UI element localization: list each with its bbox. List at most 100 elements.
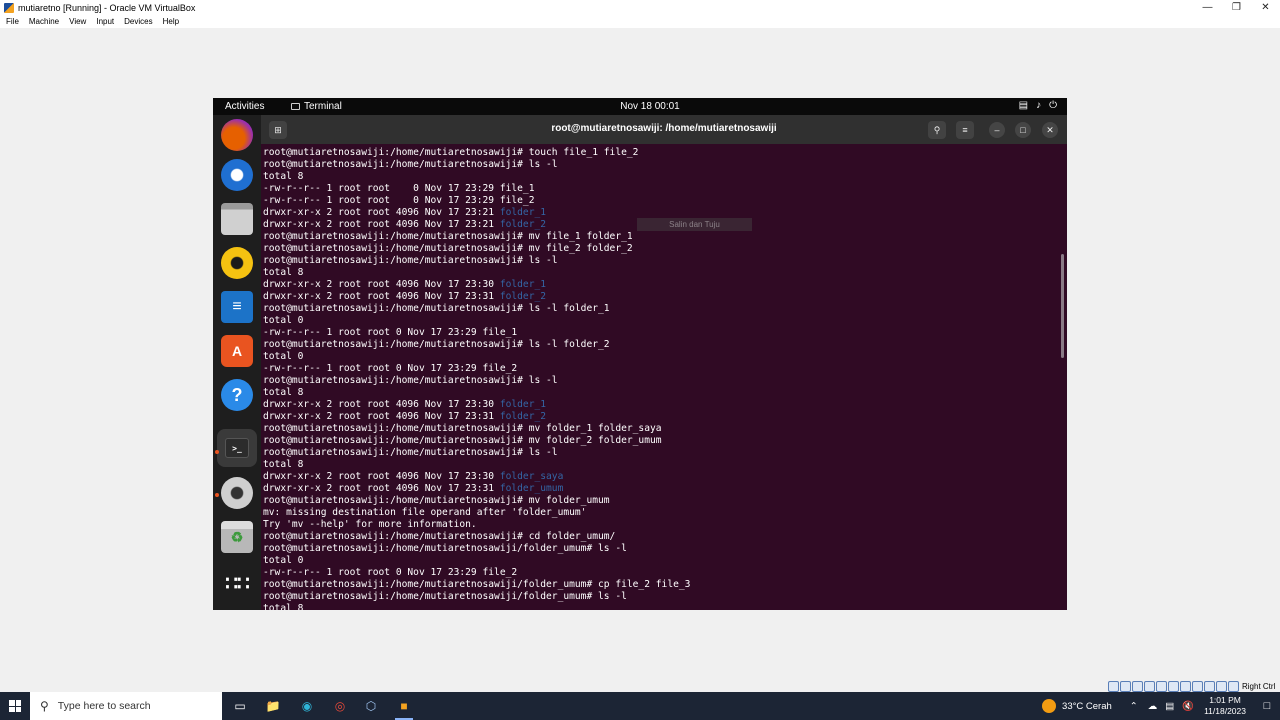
software-icon[interactable]: A — [221, 335, 253, 367]
gnome-top-bar: Activities Terminal Nov 18 00:01 ▤ ♪ ⏻ — [213, 98, 1067, 115]
shared-folders-icon[interactable] — [1168, 681, 1179, 692]
taskbar-clock[interactable]: 1:01 PM 11/18/2023 — [1204, 695, 1246, 717]
audio-icon[interactable] — [1132, 681, 1143, 692]
writer-icon[interactable]: ≡ — [221, 291, 253, 323]
terminal-title: root@mutiaretnosawiji: /home/mutiaretnos… — [551, 123, 777, 134]
terminal-line: root@mutiaretnosawiji:/home/mutiaretnosa… — [263, 531, 690, 543]
gnome-clock[interactable]: Nov 18 00:01 — [213, 101, 1067, 112]
firefox-icon[interactable] — [221, 119, 253, 151]
terminal-line-text: root@mutiaretnosawiji:/home/mutiaretnosa… — [263, 423, 662, 434]
terminal-line: total 8 — [263, 459, 690, 471]
display-icon[interactable] — [1180, 681, 1191, 692]
running-indicator — [215, 450, 219, 454]
terminal-line: -rw-r--r-- 1 root root 0 Nov 17 23:29 fi… — [263, 195, 690, 207]
help-icon[interactable]: ? — [221, 379, 253, 411]
app-grid-icon[interactable]: ∷∷ — [221, 567, 253, 599]
terminal-line-text: mv: missing destination file operand aft… — [263, 507, 587, 518]
terminal-line: root@mutiaretnosawiji:/home/mutiaretnosa… — [263, 147, 690, 159]
system-tray[interactable]: ▤ ♪ ⏻ — [1019, 100, 1057, 111]
volume-icon[interactable]: ♪ — [1036, 100, 1041, 111]
directory-name: folder_saya — [499, 471, 564, 482]
edge-icon[interactable]: ◉ — [294, 696, 320, 716]
hard-disk-icon[interactable] — [1108, 681, 1119, 692]
chrome-icon[interactable]: ◎ — [327, 696, 353, 716]
weather-widget[interactable]: 33°C Cerah — [1042, 699, 1112, 713]
running-indicator — [215, 493, 219, 497]
usb-icon[interactable] — [1156, 681, 1167, 692]
network-icon[interactable] — [1144, 681, 1155, 692]
terminal-line: mv: missing destination file operand aft… — [263, 507, 690, 519]
terminal-line: -rw-r--r-- 1 root root 0 Nov 17 23:29 fi… — [263, 327, 690, 339]
terminal-lines: root@mutiaretnosawiji:/home/mutiaretnosa… — [263, 147, 690, 610]
terminal-line-text: total 8 — [263, 171, 304, 182]
show-hidden-icons-icon[interactable]: ⌃ — [1130, 701, 1138, 712]
hamburger-menu-button[interactable]: ≡ — [956, 121, 974, 139]
menu-file[interactable]: File — [6, 17, 19, 26]
vm-window-taskbar-icon[interactable]: ■ — [391, 696, 417, 720]
ubuntu-dock: ≡ A ? >_ ♻ ∷∷ — [213, 115, 261, 610]
terminal-line: total 8 — [263, 171, 690, 183]
terminal-line: drwxr-xr-x 2 root root 4096 Nov 17 23:30… — [263, 471, 690, 483]
trash-icon[interactable]: ♻ — [221, 521, 253, 553]
search-highlight-icon[interactable]: 🏎 — [170, 696, 218, 716]
weather-sun-icon — [1042, 699, 1057, 713]
thunderbird-icon[interactable] — [221, 159, 253, 191]
mouse-integration-icon[interactable] — [1216, 681, 1227, 692]
menu-input[interactable]: Input — [96, 17, 114, 26]
volume-tray-icon[interactable]: 🔇 — [1182, 701, 1194, 712]
terminal-line-text: -rw-r--r-- 1 root root 0 Nov 17 23:29 fi… — [263, 363, 518, 374]
terminal-dock-item[interactable]: >_ — [217, 429, 257, 467]
taskbar-time: 1:01 PM — [1209, 695, 1241, 705]
optical-drive-icon[interactable] — [1120, 681, 1131, 692]
terminal-line-text: root@mutiaretnosawiji:/home/mutiaretnosa… — [263, 231, 633, 242]
menu-devices[interactable]: Devices — [124, 17, 152, 26]
terminal-line: root@mutiaretnosawiji:/home/mutiaretnosa… — [263, 339, 690, 351]
terminal-line: total 8 — [263, 603, 690, 610]
close-button[interactable]: ✕ — [1251, 0, 1280, 15]
settings-icon[interactable] — [221, 477, 253, 509]
directory-name: folder_1 — [499, 207, 547, 218]
onedrive-icon[interactable]: ☁ — [1148, 701, 1158, 712]
minimize-button[interactable]: – — [989, 122, 1005, 138]
keyboard-icon[interactable] — [1228, 681, 1239, 692]
terminal-line: drwxr-xr-x 2 root root 4096 Nov 17 23:21… — [263, 219, 690, 231]
network-icon[interactable]: ▤ — [1019, 100, 1028, 111]
notification-icon[interactable]: □ — [1254, 700, 1280, 712]
taskbar-tray: 33°C Cerah ⌃ ☁ ▤ 🔇 1:01 PM 11/18/2023 □ — [1042, 692, 1280, 720]
terminal-line: -rw-r--r-- 1 root root 0 Nov 17 23:29 fi… — [263, 363, 690, 375]
power-icon[interactable]: ⏻ — [1049, 100, 1057, 111]
terminal-line-text: root@mutiaretnosawiji:/home/mutiaretnosa… — [263, 495, 610, 506]
terminal-line: root@mutiaretnosawiji:/home/mutiaretnosa… — [263, 159, 690, 171]
terminal-line-text: drwxr-xr-x 2 root root 4096 Nov 17 23:31 — [263, 291, 500, 302]
start-button[interactable] — [0, 692, 30, 720]
close-button[interactable]: ✕ — [1042, 122, 1058, 138]
terminal-line-text: drwxr-xr-x 2 root root 4096 Nov 17 23:31 — [263, 483, 500, 494]
terminal-line-text: total 0 — [263, 351, 304, 362]
restore-button[interactable]: ❐ — [1222, 0, 1251, 15]
recording-icon[interactable] — [1192, 681, 1203, 692]
terminal-line: root@mutiaretnosawiji:/home/mutiaretnosa… — [263, 255, 690, 267]
guest-screen[interactable]: Activities Terminal Nov 18 00:01 ▤ ♪ ⏻ ≡… — [213, 98, 1067, 610]
directory-name: folder_1 — [499, 399, 547, 410]
task-view-icon[interactable]: ▭ — [227, 696, 253, 716]
terminal-line-text: root@mutiaretnosawiji:/home/mutiaretnosa… — [263, 303, 610, 314]
menu-help[interactable]: Help — [163, 17, 179, 26]
search-button[interactable]: ⚲ — [928, 121, 946, 139]
terminal-line-text: total 8 — [263, 267, 304, 278]
cpu-icon[interactable] — [1204, 681, 1215, 692]
files-icon[interactable] — [221, 203, 253, 235]
terminal-scrollbar[interactable] — [1061, 254, 1064, 358]
file-explorer-icon[interactable]: 📁 — [260, 696, 286, 716]
virtualbox-taskbar-icon[interactable]: ⬡ — [358, 696, 384, 716]
maximize-button[interactable]: □ — [1015, 122, 1031, 138]
rhythmbox-icon[interactable] — [221, 247, 253, 279]
terminal-output[interactable]: root@mutiaretnosawiji:/home/mutiaretnosa… — [261, 144, 1067, 610]
menu-machine[interactable]: Machine — [29, 17, 59, 26]
terminal-line: root@mutiaretnosawiji:/home/mutiaretnosa… — [263, 231, 690, 243]
terminal-line-text: drwxr-xr-x 2 root root 4096 Nov 17 23:21 — [263, 207, 500, 218]
network-tray-icon[interactable]: ▤ — [1165, 701, 1174, 712]
minimize-button[interactable]: — — [1193, 0, 1222, 15]
terminal-header-bar: ⊞ root@mutiaretnosawiji: /home/mutiaretn… — [261, 115, 1067, 144]
directory-name: folder_2 — [499, 411, 547, 422]
menu-view[interactable]: View — [69, 17, 86, 26]
